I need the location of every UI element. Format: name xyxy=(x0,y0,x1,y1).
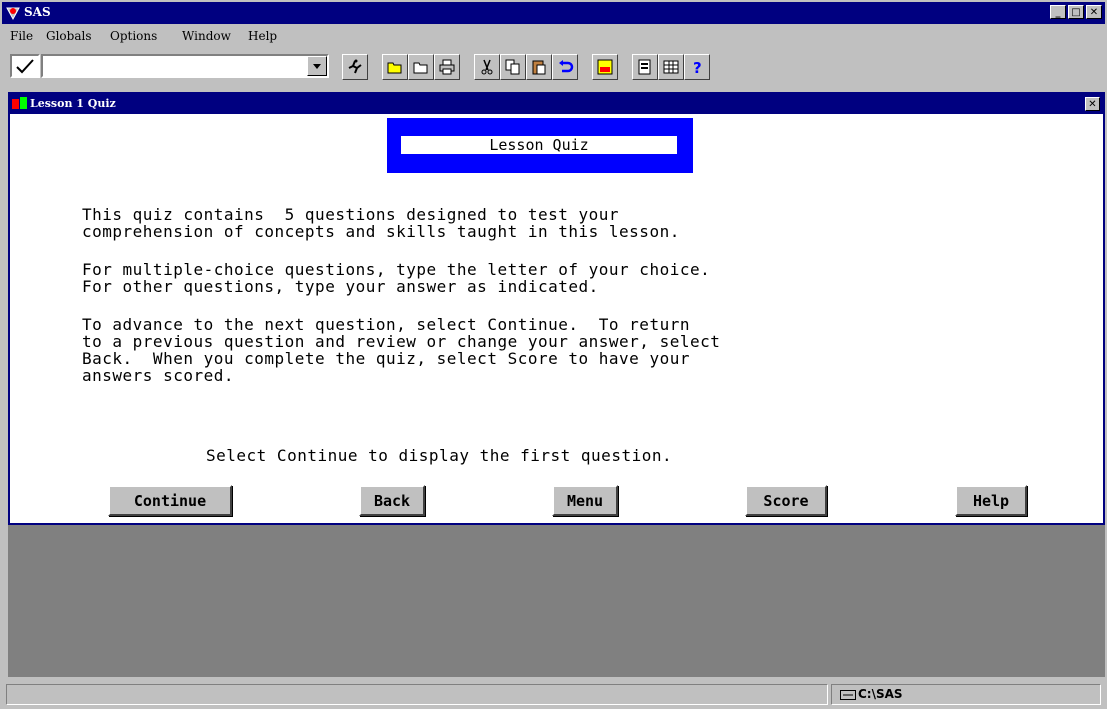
sas-logo-icon xyxy=(6,7,20,21)
clipboard-icon xyxy=(532,60,546,75)
command-dropdown-arrow[interactable] xyxy=(307,56,327,76)
open-folder-icon xyxy=(387,62,402,74)
new-button[interactable] xyxy=(408,54,434,80)
continue-prompt: Select Continue to display the first que… xyxy=(206,446,673,465)
scissors-icon xyxy=(481,59,493,75)
undo-button[interactable] xyxy=(552,54,578,80)
paste-button[interactable] xyxy=(526,54,552,80)
minimize-button[interactable]: _ xyxy=(1050,5,1066,19)
app-title: SAS xyxy=(24,5,51,19)
close-button[interactable]: ✕ xyxy=(1086,5,1102,19)
menu-file[interactable]: File xyxy=(10,29,33,43)
menu-button[interactable]: Menu xyxy=(552,485,618,516)
command-submit-button[interactable] xyxy=(10,54,40,78)
menu-help[interactable]: Help xyxy=(248,29,277,43)
undo-arrow-icon xyxy=(559,60,574,73)
status-message xyxy=(6,684,828,705)
child-title: Lesson 1 Quiz xyxy=(30,97,116,110)
lesson-icon xyxy=(12,97,27,109)
explorer-button[interactable] xyxy=(592,54,618,80)
folder-icon xyxy=(413,62,428,74)
notepad-icon xyxy=(638,59,651,75)
running-man-icon xyxy=(348,59,362,74)
continue-button[interactable]: Continue xyxy=(108,485,232,516)
copy-icon xyxy=(505,59,520,75)
command-box[interactable] xyxy=(41,54,329,78)
toolbar: ? xyxy=(2,48,1105,88)
status-path-panel: C:\SAS xyxy=(831,684,1101,705)
app-title-bar: SAS _ □ ✕ xyxy=(2,2,1105,24)
quiz-heading: Lesson Quiz xyxy=(401,136,677,154)
options-button[interactable] xyxy=(658,54,684,80)
menu-globals[interactable]: Globals xyxy=(46,29,91,43)
maximize-button[interactable]: □ xyxy=(1068,5,1084,19)
lesson-quiz-window: Lesson 1 Quiz ✕ Lesson Quiz This quiz co… xyxy=(8,92,1105,525)
submit-button[interactable] xyxy=(342,54,368,80)
menu-window[interactable]: Window xyxy=(182,29,231,43)
drive-icon xyxy=(840,690,856,700)
menu-options[interactable]: Options xyxy=(110,29,157,43)
status-bar: C:\SAS xyxy=(0,681,1107,709)
print-button[interactable] xyxy=(434,54,460,80)
mdi-client-area: Lesson 1 Quiz ✕ Lesson Quiz This quiz co… xyxy=(8,92,1105,677)
navigation-instructions-paragraph: To advance to the next question, select … xyxy=(82,315,721,385)
copy-button[interactable] xyxy=(500,54,526,80)
ms-dos-icon xyxy=(597,59,613,75)
score-button[interactable]: Score xyxy=(745,485,827,516)
question-mark-icon: ? xyxy=(693,59,702,76)
open-button[interactable] xyxy=(382,54,408,80)
answer-instructions-paragraph: For multiple-choice questions, type the … xyxy=(82,260,711,296)
log-button[interactable] xyxy=(632,54,658,80)
child-title-bar: Lesson 1 Quiz ✕ xyxy=(10,94,1103,114)
sas-application-window: SAS _ □ ✕ File Globals Options Window He… xyxy=(0,0,1107,709)
back-button[interactable]: Back xyxy=(359,485,425,516)
help-button[interactable]: Help xyxy=(955,485,1027,516)
grid-icon xyxy=(663,60,679,74)
printer-icon xyxy=(439,59,455,75)
cut-button[interactable] xyxy=(474,54,500,80)
child-close-button[interactable]: ✕ xyxy=(1085,97,1100,111)
checkmark-icon xyxy=(16,59,34,74)
menu-bar: File Globals Options Window Help xyxy=(2,25,1105,47)
svg-text:?: ? xyxy=(693,59,702,76)
intro-paragraph: This quiz contains 5 questions designed … xyxy=(82,205,680,241)
current-directory: C:\SAS xyxy=(858,687,903,701)
help-tool-button[interactable]: ? xyxy=(684,54,710,80)
quiz-heading-banner: Lesson Quiz xyxy=(387,118,693,173)
